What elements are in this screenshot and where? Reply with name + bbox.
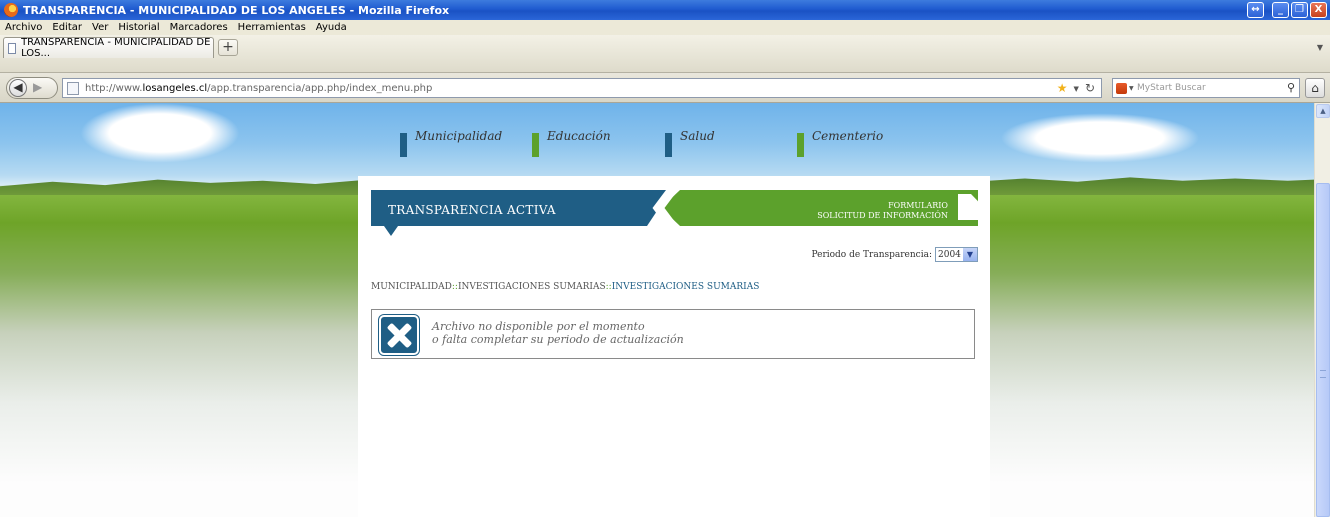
scroll-thumb[interactable] <box>1316 183 1330 517</box>
bookmark-star-icon[interactable]: ★ <box>1057 81 1068 97</box>
back-forward-group: ◀ ▶ <box>6 77 58 99</box>
search-engine-selector[interactable]: ▼ <box>1113 79 1137 97</box>
menu-archivo[interactable]: Archivo <box>5 22 42 33</box>
url-bar-actions: ★ ▼ ↻ <box>1057 81 1095 97</box>
window-titlebar: TRANSPARENCIA - MUNICIPALIDAD DE LOS ANG… <box>0 0 1330 20</box>
menu-ayuda[interactable]: Ayuda <box>316 22 347 33</box>
nav-salud[interactable]: Salud <box>665 129 715 157</box>
nav-bar-marker <box>665 133 672 157</box>
close-x-icon <box>379 315 419 355</box>
nav-label: Educación <box>547 129 611 143</box>
nav-cementerio[interactable]: Cementerio <box>797 129 883 157</box>
breadcrumb-part-2[interactable]: INVESTIGACIONES SUMARIAS <box>458 282 606 292</box>
unavailable-notice: Archivo no disponible por el momento o f… <box>371 309 975 359</box>
dropdown-chevron-icon[interactable]: ▼ <box>1074 81 1079 97</box>
fullscreen-button[interactable]: ↔ <box>1247 2 1264 18</box>
notice-text: Archivo no disponible por el momento o f… <box>432 320 684 346</box>
nav-municipalidad[interactable]: Municipalidad <box>400 129 502 157</box>
periodo-label: Periodo de Transparencia: <box>811 249 932 260</box>
menu-bar: Archivo Editar Ver Historial Marcadores … <box>0 20 1330 35</box>
content-panel: TRANSPARENCIA ACTIVA FORMULARIO SOLICITU… <box>358 176 990 517</box>
breadcrumb-current: INVESTIGACIONES SUMARIAS <box>611 282 760 292</box>
tab-strip: TRANSPARENCIA - MUNICIPALIDAD DE LOS... … <box>0 35 1330 73</box>
periodo-selector: Periodo de Transparencia: 2004 ▼ <box>811 247 978 262</box>
menu-editar[interactable]: Editar <box>52 22 82 33</box>
scroll-up-arrow-icon[interactable]: ▲ <box>1316 104 1330 118</box>
tab-list-chevron-icon[interactable]: ▼ <box>1317 43 1323 52</box>
banner-notch <box>384 226 398 236</box>
form-link[interactable]: FORMULARIO SOLICITUD DE INFORMACIÓN <box>817 201 948 221</box>
nav-bar-marker <box>532 133 539 157</box>
form-line-2: SOLICITUD DE INFORMACIÓN <box>817 211 948 220</box>
periodo-value: 2004 <box>938 249 961 260</box>
form-line-1: FORMULARIO <box>888 201 948 210</box>
breadcrumb-part-1[interactable]: MUNICIPALIDAD <box>371 282 452 292</box>
home-icon[interactable]: ⌂ <box>1305 78 1325 98</box>
web-content: Municipalidad Educación Salud Cementerio… <box>0 103 1314 517</box>
page-icon <box>8 42 17 54</box>
banner-title: TRANSPARENCIA ACTIVA <box>388 203 556 217</box>
search-placeholder: MyStart Buscar <box>1137 83 1206 93</box>
tab-label: TRANSPARENCIA - MUNICIPALIDAD DE LOS... <box>21 37 211 59</box>
navigation-bar: ◀ ▶ http://www. losangeles.cl/app.transpa… <box>0 73 1330 103</box>
nav-label: Salud <box>680 129 715 143</box>
site-navigation: Municipalidad Educación Salud Cementerio <box>0 129 1314 159</box>
close-button[interactable]: X <box>1310 2 1327 18</box>
url-domain: losangeles.cl <box>142 82 208 94</box>
periodo-select[interactable]: 2004 ▼ <box>935 247 978 262</box>
chevron-down-icon[interactable]: ▼ <box>963 248 977 261</box>
nav-educacion[interactable]: Educación <box>532 129 611 157</box>
menu-herramientas[interactable]: Herramientas <box>238 22 306 33</box>
scroll-grip <box>1320 370 1326 378</box>
nav-label: Cementerio <box>812 129 884 143</box>
search-magnifier-icon[interactable]: ⚲ <box>1287 81 1295 94</box>
menu-marcadores[interactable]: Marcadores <box>170 22 228 33</box>
search-engine-icon <box>1116 82 1127 94</box>
notice-line-2: o falta completar su periodo de actualiz… <box>432 333 684 346</box>
back-arrow-icon[interactable]: ◀ <box>9 79 27 97</box>
site-identity-icon[interactable] <box>67 81 79 95</box>
nav-bar-marker <box>400 133 407 157</box>
window-title: TRANSPARENCIA - MUNICIPALIDAD DE LOS ANG… <box>23 3 450 17</box>
tab-transparencia[interactable]: TRANSPARENCIA - MUNICIPALIDAD DE LOS... <box>3 37 214 59</box>
nav-bar-marker <box>797 133 804 157</box>
window-controls: ↔ _ ❐ X <box>1247 2 1327 18</box>
url-prefix: http://www. <box>85 82 143 94</box>
url-bar[interactable]: http://www. losangeles.cl/app.transparenc… <box>62 78 1102 98</box>
menu-historial[interactable]: Historial <box>118 22 159 33</box>
maximize-button[interactable]: ❐ <box>1291 2 1308 18</box>
nav-label: Municipalidad <box>415 129 503 143</box>
notice-line-1: Archivo no disponible por el momento <box>432 320 645 333</box>
firefox-icon <box>4 3 18 17</box>
reload-icon[interactable]: ↻ <box>1085 81 1095 97</box>
new-tab-button[interactable]: + <box>218 39 238 56</box>
forward-arrow-icon[interactable]: ▶ <box>33 80 42 94</box>
vertical-scrollbar[interactable]: ▲ <box>1314 103 1330 517</box>
breadcrumb: MUNICIPALIDAD::INVESTIGACIONES SUMARIAS:… <box>371 282 759 292</box>
url-path: /app.transparencia/app.php/index_menu.ph… <box>207 82 433 94</box>
minimize-button[interactable]: _ <box>1272 2 1289 18</box>
search-bar[interactable]: ▼ MyStart Buscar ⚲ <box>1112 78 1300 98</box>
menu-ver[interactable]: Ver <box>92 22 108 33</box>
